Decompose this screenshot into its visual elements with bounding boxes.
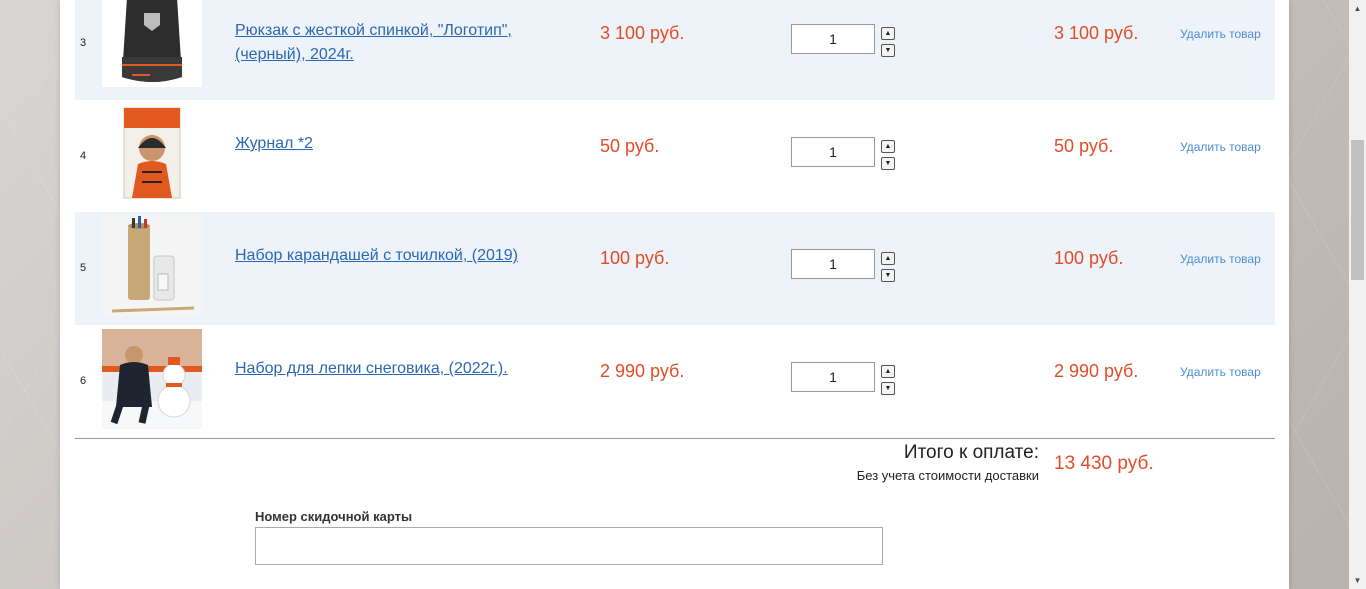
delivery-note: Без учета стоимости доставки xyxy=(856,468,1039,483)
remove-item-link[interactable]: Удалить товар xyxy=(1180,252,1261,266)
quantity-input[interactable] xyxy=(791,362,875,392)
quantity-decrease-button[interactable]: ▼ xyxy=(881,382,895,395)
line-total: 3 100 руб. xyxy=(1054,23,1139,43)
remove-item-link[interactable]: Удалить товар xyxy=(1180,365,1261,379)
quantity-increase-button[interactable]: ▲ xyxy=(881,252,895,265)
row-index: 3 xyxy=(80,37,87,49)
quantity-increase-button[interactable]: ▲ xyxy=(881,365,895,378)
unit-price: 2 990 руб. xyxy=(600,361,685,381)
quantity-input[interactable] xyxy=(791,24,875,54)
quantity-decrease-button[interactable]: ▼ xyxy=(881,44,895,57)
product-title-line1: Набор карандашей с точилкой, (2019) xyxy=(235,247,518,264)
summary-divider xyxy=(75,438,1275,439)
remove-item-link[interactable]: Удалить товар xyxy=(1180,27,1261,41)
quantity-decrease-button[interactable]: ▼ xyxy=(881,269,895,282)
backpack-picture xyxy=(102,0,202,87)
product-title-link[interactable]: Рюкзак с жесткой спинкой, "Логотип", (че… xyxy=(235,19,535,67)
cart-row: 6 Набор для лепки снеговика, (2022г.). 2… xyxy=(75,325,1275,438)
order-total-label: Итого к оплате: xyxy=(903,442,1039,463)
row-index: 5 xyxy=(80,262,87,274)
product-title-line1: Набор для лепки снеговика, (2022г.). xyxy=(235,360,508,377)
arrow-up-icon: ▲ xyxy=(884,368,892,375)
product-title-link[interactable]: Журнал *2 xyxy=(235,132,535,156)
unit-price: 100 руб. xyxy=(600,248,670,268)
product-image-magazine[interactable] xyxy=(102,104,202,204)
arrow-down-icon: ▼ xyxy=(884,272,892,279)
pencil-set-picture xyxy=(102,216,202,316)
scrollbar-thumb[interactable] xyxy=(1351,140,1364,280)
product-title-line1: Журнал *2 xyxy=(235,135,313,152)
quantity-increase-button[interactable]: ▲ xyxy=(881,140,895,153)
arrow-down-icon: ▼ xyxy=(884,385,892,392)
unit-price: 3 100 руб. xyxy=(600,23,685,43)
quantity-input[interactable] xyxy=(791,249,875,279)
discount-card-input[interactable] xyxy=(255,527,883,565)
product-image-snowman-kit[interactable] xyxy=(102,329,202,429)
snowman-kit-picture xyxy=(102,329,202,429)
row-index: 4 xyxy=(80,150,87,162)
quantity-decrease-button[interactable]: ▼ xyxy=(881,157,895,170)
row-index: 6 xyxy=(80,375,87,387)
product-title-line1: Рюкзак с жесткой спинкой, "Логотип", xyxy=(235,22,512,39)
line-total: 100 руб. xyxy=(1054,248,1124,268)
scroll-down-icon[interactable]: ▼ xyxy=(1349,572,1366,589)
arrow-up-icon: ▲ xyxy=(884,255,892,262)
product-image-pencil-set[interactable] xyxy=(102,216,202,316)
remove-item-link[interactable]: Удалить товар xyxy=(1180,140,1261,154)
magazine-picture xyxy=(102,104,202,204)
cart-page: 3 Рюкзак с жесткой спинкой, "Логотип", (… xyxy=(60,0,1289,589)
discount-card-label: Номер скидочной карты xyxy=(255,509,413,524)
product-image-backpack[interactable] xyxy=(102,0,202,87)
order-total-value: 13 430 руб. xyxy=(1054,453,1154,474)
cart-row: 5 Набор карандашей с точилкой, (2019) 10… xyxy=(75,212,1275,325)
arrow-down-icon: ▼ xyxy=(884,160,892,167)
quantity-increase-button[interactable]: ▲ xyxy=(881,27,895,40)
unit-price: 50 руб. xyxy=(600,136,660,156)
line-total: 2 990 руб. xyxy=(1054,361,1139,381)
scroll-up-icon[interactable]: ▲ xyxy=(1349,0,1366,17)
line-total: 50 руб. xyxy=(1054,136,1114,156)
vertical-scrollbar[interactable]: ▲ ▼ xyxy=(1349,0,1366,589)
product-title-line2: (черный), 2024г. xyxy=(235,46,354,63)
arrow-down-icon: ▼ xyxy=(884,47,892,54)
cart-row: 3 Рюкзак с жесткой спинкой, "Логотип", (… xyxy=(75,0,1275,100)
arrow-up-icon: ▲ xyxy=(884,30,892,37)
arrow-up-icon: ▲ xyxy=(884,143,892,150)
cart-row: 4 Журнал *2 50 руб. ▲ ▼ 50 руб. Удалить … xyxy=(75,100,1275,213)
product-title-link[interactable]: Набор для лепки снеговика, (2022г.). xyxy=(235,357,535,381)
quantity-input[interactable] xyxy=(791,137,875,167)
product-title-link[interactable]: Набор карандашей с точилкой, (2019) xyxy=(235,244,535,268)
